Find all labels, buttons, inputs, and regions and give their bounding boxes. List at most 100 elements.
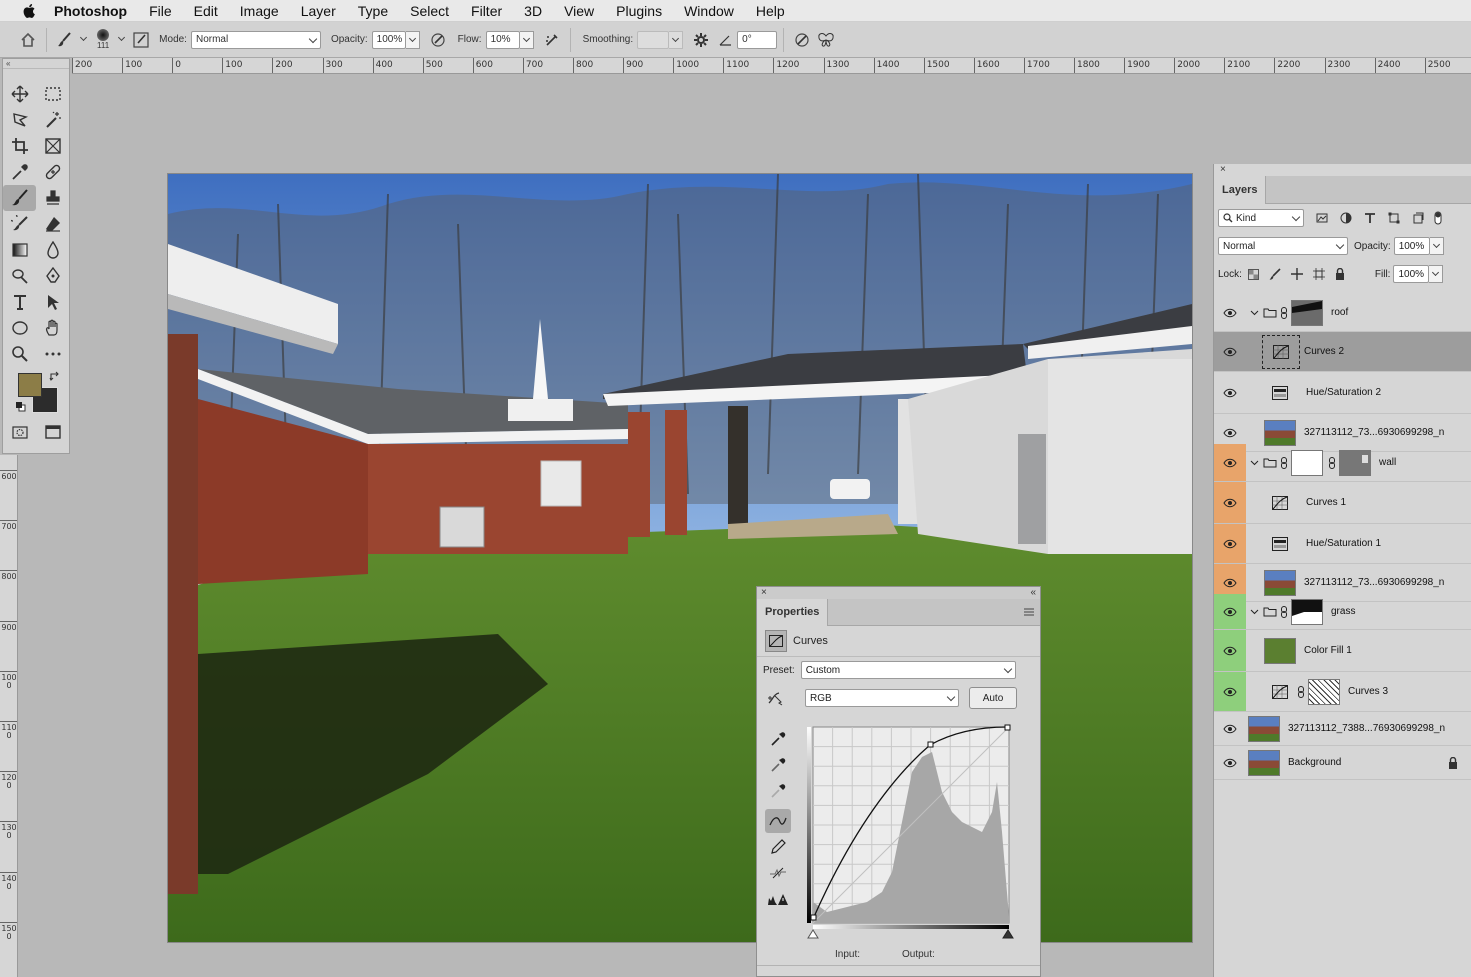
- clipping-warning-icon[interactable]: [765, 887, 791, 911]
- link-icon[interactable]: [1329, 456, 1335, 469]
- filter-smart-object-icon[interactable]: [1412, 212, 1424, 224]
- chevron-down-icon[interactable]: [77, 31, 91, 49]
- set-white-point-eyedropper-icon[interactable]: [765, 779, 791, 803]
- layer-row-wall[interactable]: wall: [1214, 444, 1471, 482]
- crop-tool[interactable]: [3, 133, 36, 159]
- pressure-size-icon[interactable]: [790, 28, 814, 52]
- lock-position-icon[interactable]: [1290, 268, 1303, 280]
- chevron-down-icon[interactable]: [115, 31, 129, 49]
- chevron-down-icon[interactable]: [1250, 308, 1259, 317]
- visibility-toggle[interactable]: [1214, 672, 1246, 711]
- magic-wand-tool[interactable]: [36, 107, 69, 133]
- on-image-adjust-icon[interactable]: [767, 690, 787, 706]
- menu-select[interactable]: Select: [410, 3, 449, 19]
- type-tool[interactable]: [3, 289, 36, 315]
- healing-brush-tool[interactable]: [36, 159, 69, 185]
- link-icon[interactable]: [1281, 306, 1287, 319]
- set-gray-point-eyedropper-icon[interactable]: [765, 753, 791, 777]
- lock-transparency-icon[interactable]: [1247, 268, 1259, 280]
- layer-row-hue-saturation-1[interactable]: Hue/Saturation 1: [1214, 524, 1471, 564]
- brush-settings-icon[interactable]: [129, 28, 153, 52]
- curves-graph[interactable]: [807, 722, 1017, 942]
- path-selection-tool[interactable]: [36, 289, 69, 315]
- tab-properties[interactable]: Properties: [757, 599, 829, 626]
- zoom-tool[interactable]: [3, 341, 36, 367]
- menu-filter[interactable]: Filter: [471, 3, 502, 19]
- lock-image-pixels-icon[interactable]: [1269, 268, 1281, 280]
- more-tools-icon[interactable]: [36, 341, 69, 367]
- visibility-toggle[interactable]: [1214, 712, 1246, 745]
- lock-all-icon[interactable]: [1335, 268, 1345, 280]
- layer-row-background[interactable]: Background: [1214, 746, 1471, 780]
- apple-icon[interactable]: [20, 3, 38, 18]
- opacity-dropdown[interactable]: [405, 30, 420, 49]
- curve-point-black[interactable]: [810, 914, 817, 921]
- hand-tool[interactable]: [36, 315, 69, 341]
- fill-dropdown[interactable]: [1429, 265, 1444, 283]
- preset-select[interactable]: Custom: [800, 661, 1016, 679]
- flow-input[interactable]: 10%: [485, 30, 520, 49]
- quick-mask-icon[interactable]: [3, 419, 36, 445]
- visibility-toggle[interactable]: [1214, 482, 1246, 523]
- menu-app-name[interactable]: Photoshop: [54, 3, 127, 19]
- menu-window[interactable]: Window: [684, 3, 734, 19]
- menu-3d[interactable]: 3D: [524, 3, 542, 19]
- symmetry-butterfly-icon[interactable]: [814, 28, 838, 52]
- visibility-toggle[interactable]: [1214, 630, 1246, 671]
- close-panel-icon[interactable]: ×: [761, 587, 767, 599]
- filter-pixel-icon[interactable]: [1316, 212, 1328, 224]
- layer-opacity-input[interactable]: 100%: [1393, 237, 1430, 255]
- layer-mask-thumbnail[interactable]: [1291, 449, 1323, 476]
- layer-mask-thumbnail[interactable]: [1308, 678, 1340, 705]
- blur-tool[interactable]: [36, 237, 69, 263]
- link-icon[interactable]: [1298, 685, 1304, 698]
- set-black-point-eyedropper-icon[interactable]: [765, 727, 791, 751]
- layer-row-curves-1[interactable]: Curves 1: [1214, 482, 1471, 524]
- gear-icon[interactable]: [689, 28, 713, 52]
- dodge-tool[interactable]: [3, 263, 36, 289]
- brush-size-picker[interactable]: 111: [97, 29, 109, 50]
- menu-layer[interactable]: Layer: [301, 3, 336, 19]
- visibility-toggle[interactable]: [1214, 524, 1246, 563]
- layer-row-color-fill-1[interactable]: Color Fill 1: [1214, 630, 1471, 672]
- collapse-panel-icon[interactable]: «: [3, 59, 69, 69]
- link-icon[interactable]: [1281, 605, 1287, 618]
- swap-colors-icon[interactable]: [49, 371, 61, 383]
- visibility-toggle[interactable]: [1214, 594, 1246, 629]
- tab-layers[interactable]: Layers: [1214, 176, 1267, 204]
- edit-points-curve-icon[interactable]: [765, 809, 791, 833]
- mode-select[interactable]: Normal: [190, 30, 321, 49]
- channel-select[interactable]: RGB: [805, 689, 959, 707]
- layer-filter-kind-select[interactable]: Kind: [1218, 209, 1304, 227]
- vector-mask-thumbnail[interactable]: [1339, 449, 1371, 476]
- curve-point-mid[interactable]: [927, 741, 934, 748]
- filter-type-icon[interactable]: [1364, 212, 1376, 224]
- menu-help[interactable]: Help: [756, 3, 785, 19]
- move-tool[interactable]: [3, 81, 36, 107]
- flow-dropdown[interactable]: [519, 30, 534, 49]
- visibility-toggle[interactable]: [1214, 332, 1246, 371]
- rectangular-marquee-tool[interactable]: [36, 81, 69, 107]
- smooth-curve-icon[interactable]: [765, 861, 791, 885]
- clone-stamp-tool[interactable]: [36, 185, 69, 211]
- layer-thumbnail[interactable]: [1264, 569, 1296, 596]
- menu-image[interactable]: Image: [240, 3, 279, 19]
- layer-row-hue-saturation-2[interactable]: Hue/Saturation 2: [1214, 372, 1471, 414]
- history-brush-tool[interactable]: [3, 211, 36, 237]
- visibility-toggle[interactable]: [1214, 294, 1246, 331]
- visibility-toggle[interactable]: [1214, 372, 1246, 413]
- auto-button[interactable]: Auto: [969, 687, 1017, 709]
- menu-view[interactable]: View: [564, 3, 594, 19]
- frame-tool[interactable]: [36, 133, 69, 159]
- lock-artboard-icon[interactable]: [1312, 268, 1325, 280]
- layer-opacity-dropdown[interactable]: [1429, 237, 1444, 255]
- opacity-input[interactable]: 100%: [371, 30, 406, 49]
- panel-menu-icon[interactable]: [1024, 608, 1034, 616]
- ellipse-tool[interactable]: [3, 315, 36, 341]
- brush-tool[interactable]: [3, 185, 36, 211]
- fill-color-thumbnail[interactable]: [1264, 637, 1296, 664]
- smoothing-dropdown[interactable]: [669, 30, 684, 49]
- screen-mode-icon[interactable]: [36, 419, 69, 445]
- filter-shape-icon[interactable]: [1388, 212, 1400, 224]
- home-icon[interactable]: [16, 28, 40, 52]
